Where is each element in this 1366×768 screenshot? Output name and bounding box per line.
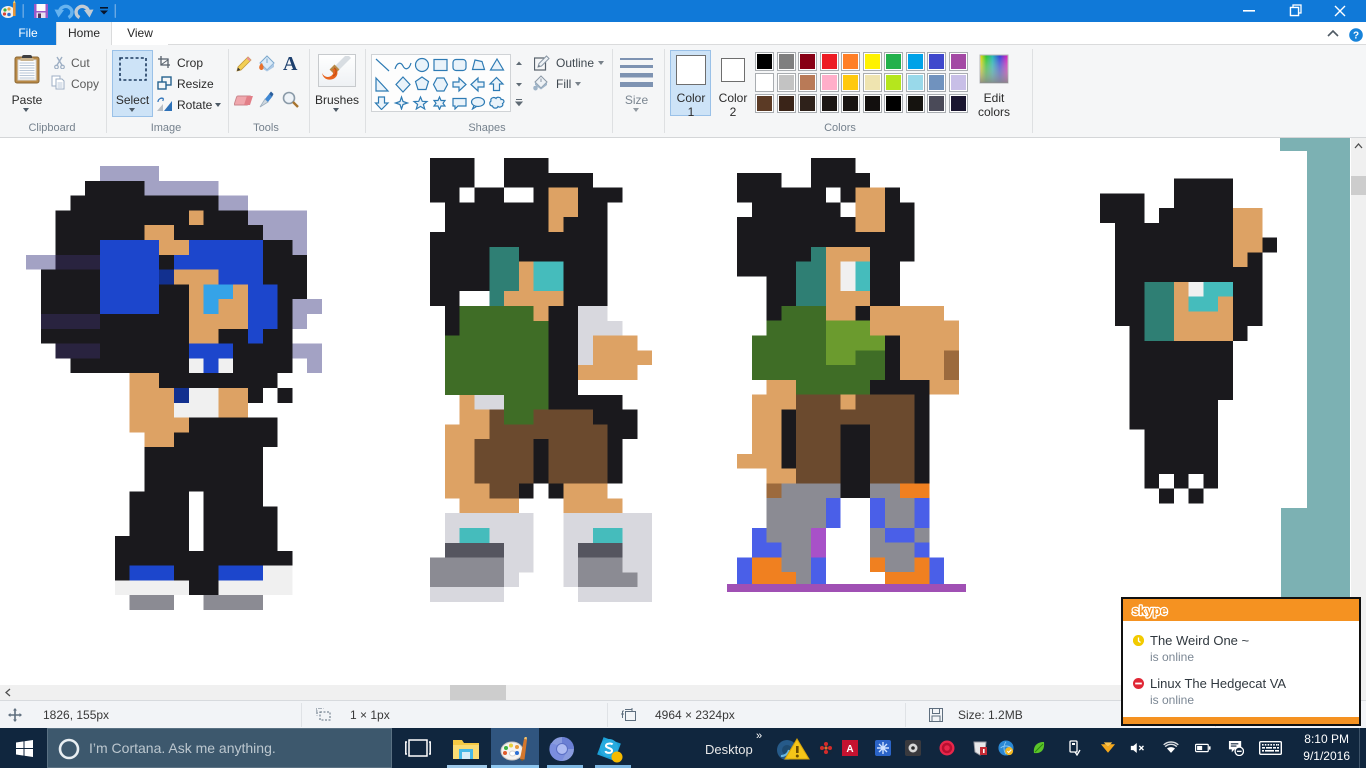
svg-text:A: A (846, 744, 853, 755)
svg-text:skype: skype (1132, 604, 1167, 618)
svg-text:?: ? (1353, 31, 1359, 42)
